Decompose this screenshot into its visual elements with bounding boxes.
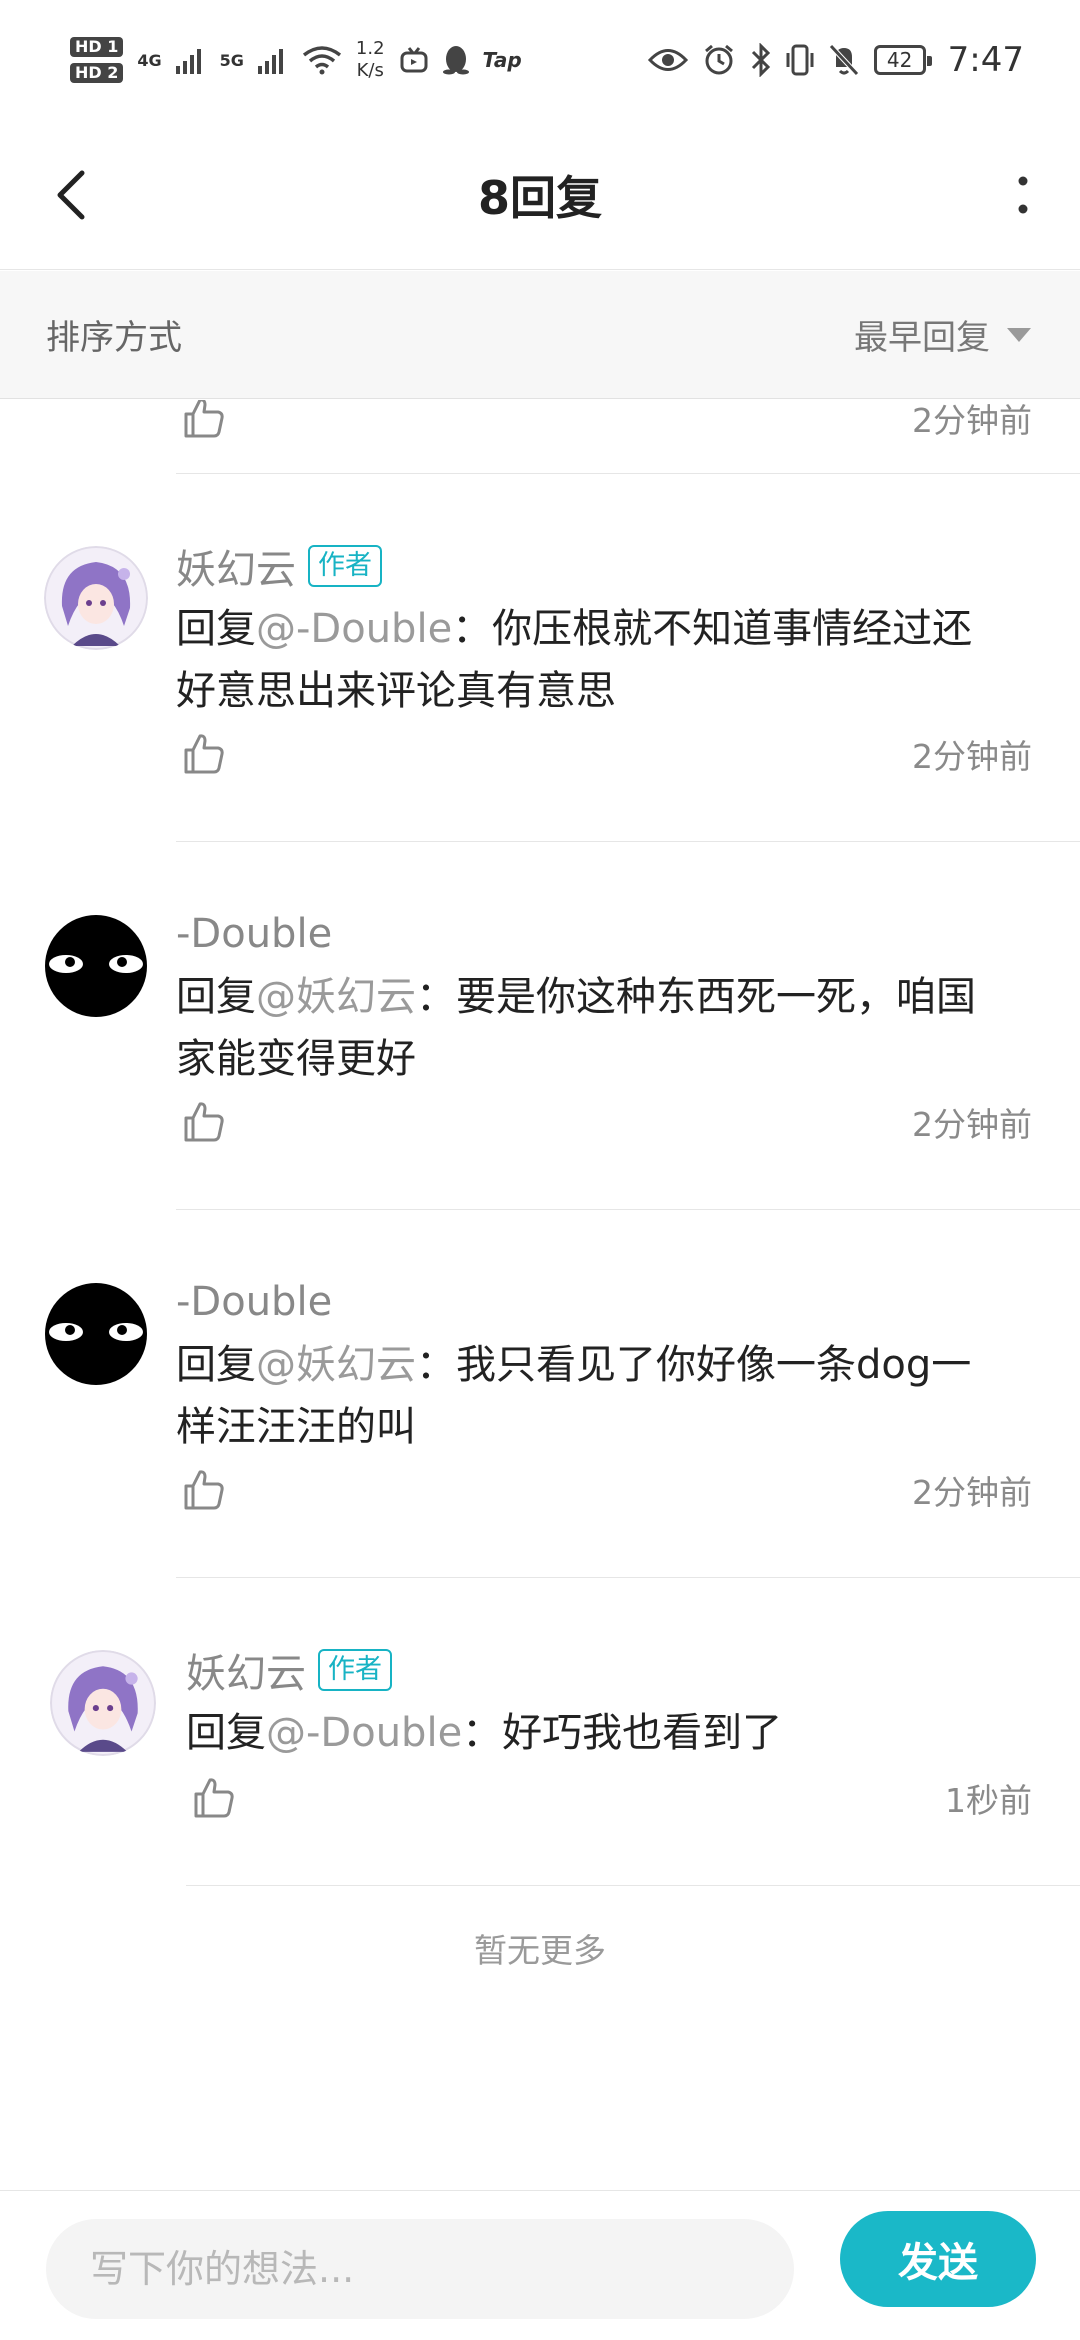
alarm-icon xyxy=(704,44,733,75)
mention-link[interactable]: @-Double xyxy=(256,606,452,652)
comment-text-line: 家能变得更好 xyxy=(176,1036,416,1082)
black-eyes-avatar-image xyxy=(45,1283,147,1385)
list-item: 妖幻云 作者 回复@-Double：你压根就不知道事情经过还 好意思出来评论真有… xyxy=(0,474,1080,842)
reply-prefix: 回复 xyxy=(176,1342,256,1388)
send-button[interactable]: 发送 xyxy=(840,2211,1036,2307)
tv-app-icon xyxy=(400,47,428,73)
page-title: 8回复 xyxy=(477,171,602,225)
comment-composer: 发送 xyxy=(0,2190,1080,2340)
thumbs-up-icon[interactable] xyxy=(190,1774,238,1822)
comment-text: 回复@妖幻云：我只看见了你好像一条dog一 样汪汪汪的叫 xyxy=(176,1334,1024,1458)
bluetooth-icon xyxy=(751,43,770,77)
comment-text-line: ：你压根就不知道事情经过还 xyxy=(452,606,973,652)
reply-time: 1秒前 xyxy=(945,1781,1032,1820)
comment-text-line: ：好巧我也看到了 xyxy=(462,1710,783,1756)
comment-body: -Double 回复@妖幻云：我只看见了你好像一条dog一 样汪汪汪的叫 2分钟… xyxy=(176,1210,1080,1578)
end-of-list-text: 暂无更多 xyxy=(474,1931,606,1970)
thumbs-up-icon[interactable] xyxy=(180,1466,228,1514)
reply-list: 2分钟前 妖幻云 作者 回复@-Double：你压根就不知道事情经过还 好意思出… xyxy=(0,400,1080,2190)
mention-link[interactable]: @妖幻云 xyxy=(256,974,416,1020)
reply-time: 2分钟前 xyxy=(912,401,1032,440)
avatar[interactable] xyxy=(44,546,148,650)
comment-body: -Double 回复@妖幻云：要是你这种东西死一死，咱国 家能变得更好 2分钟前 xyxy=(176,842,1080,1210)
signal-icon xyxy=(257,49,283,74)
username[interactable]: 妖幻云 xyxy=(176,537,296,595)
thumbs-up-icon[interactable] xyxy=(180,730,228,778)
network-speed: 1.2 K/s xyxy=(356,38,385,82)
comment-text-line: 好意思出来评论真有意思 xyxy=(176,668,616,714)
anime-avatar-image xyxy=(44,546,148,650)
mention-link[interactable]: @妖幻云 xyxy=(256,1342,416,1388)
top-app-bar: 8回复 xyxy=(0,120,1080,270)
sort-bar: 排序方式 最早回复 xyxy=(0,271,1080,399)
status-right: 42 7:47 xyxy=(647,40,1024,80)
reply-prefix: 回复 xyxy=(186,1710,266,1756)
back-arrow-icon xyxy=(57,170,85,220)
list-item: -Double 回复@妖幻云：我只看见了你好像一条dog一 样汪汪汪的叫 2分钟… xyxy=(0,1210,1080,1578)
signal-icon xyxy=(175,49,201,74)
tap-app-icon: Tap xyxy=(482,48,522,72)
clock: 7:47 xyxy=(947,40,1024,80)
network-4g: 4G xyxy=(137,50,162,70)
speed-value: 1.2 xyxy=(355,38,385,59)
comment-header: -Double xyxy=(176,904,332,964)
comment-text: 回复@妖幻云：要是你这种东西死一死，咱国 家能变得更好 xyxy=(176,966,1024,1090)
hd1-indicator: HD 1 xyxy=(70,37,124,57)
comment-body: 妖幻云 作者 回复@-Double：你压根就不知道事情经过还 好意思出来评论真有… xyxy=(176,474,1080,842)
reply-prefix: 回复 xyxy=(176,606,256,652)
network-5g: 5G xyxy=(219,50,244,70)
back-button[interactable] xyxy=(30,150,110,240)
comment-text-line: ：我只看见了你好像一条dog一 xyxy=(416,1342,972,1388)
qq-icon xyxy=(442,46,469,75)
reply-time: 2分钟前 xyxy=(912,1105,1032,1144)
comment-header: 妖幻云 作者 xyxy=(186,1640,392,1700)
author-badge: 作者 xyxy=(318,1649,392,1691)
hd-indicators: HD 1 HD 2 xyxy=(70,37,124,83)
thumbs-up-icon[interactable] xyxy=(180,1098,228,1146)
avatar[interactable] xyxy=(44,1282,148,1386)
comment-header: 妖幻云 作者 xyxy=(176,536,382,596)
avatar[interactable] xyxy=(50,1650,156,1756)
wifi-icon xyxy=(302,46,341,75)
comment-text: 回复@-Double：好巧我也看到了 xyxy=(186,1702,1024,1764)
list-item: -Double 回复@妖幻云：要是你这种东西死一死，咱国 家能变得更好 2分钟前 xyxy=(0,842,1080,1210)
black-eyes-avatar-image xyxy=(45,915,147,1017)
speed-unit: K/s xyxy=(356,60,384,81)
comment-body: 妖幻云 作者 回复@-Double：好巧我也看到了 1秒前 xyxy=(186,1578,1080,1886)
reply-time: 2分钟前 xyxy=(912,737,1032,776)
comment-text-line: 样汪汪汪的叫 xyxy=(176,1404,416,1450)
list-item: 妖幻云 作者 回复@-Double：好巧我也看到了 1秒前 xyxy=(0,1578,1080,1886)
mute-bell-icon xyxy=(828,44,859,76)
battery-indicator: 42 xyxy=(873,45,932,75)
anime-avatar-image xyxy=(50,1650,156,1756)
username[interactable]: 妖幻云 xyxy=(186,1641,306,1699)
comment-text: 回复@-Double：你压根就不知道事情经过还 好意思出来评论真有意思 xyxy=(176,598,1024,722)
sort-label: 排序方式 xyxy=(46,318,182,358)
username[interactable]: -Double xyxy=(176,911,332,957)
list-item-partial: 2分钟前 xyxy=(176,400,1080,474)
comment-text-line: ：要是你这种东西死一死，咱国 xyxy=(416,974,976,1020)
author-badge: 作者 xyxy=(308,545,382,587)
avatar[interactable] xyxy=(44,914,148,1018)
username[interactable]: -Double xyxy=(176,1279,332,1325)
vibrate-icon xyxy=(786,44,814,76)
status-left: HD 1 HD 2 4G 5G 1.2 K/s Tap xyxy=(70,37,522,83)
mention-link[interactable]: @-Double xyxy=(266,1710,462,1756)
hd2-indicator: HD 2 xyxy=(70,63,124,83)
sort-dropdown[interactable]: 最早回复 xyxy=(854,310,1032,359)
thumbs-up-icon[interactable] xyxy=(180,400,228,442)
more-vertical-icon xyxy=(1018,176,1028,214)
more-button[interactable] xyxy=(988,150,1058,240)
reply-prefix: 回复 xyxy=(176,974,256,1020)
reply-time: 2分钟前 xyxy=(912,1473,1032,1512)
status-bar: HD 1 HD 2 4G 5G 1.2 K/s Tap 42 7:47 xyxy=(0,0,1080,120)
eye-icon xyxy=(647,49,688,71)
comment-header: -Double xyxy=(176,1272,332,1332)
dropdown-triangle-icon xyxy=(1007,327,1031,342)
sort-selected-value: 最早回复 xyxy=(854,318,990,358)
comment-input[interactable] xyxy=(46,2219,794,2319)
